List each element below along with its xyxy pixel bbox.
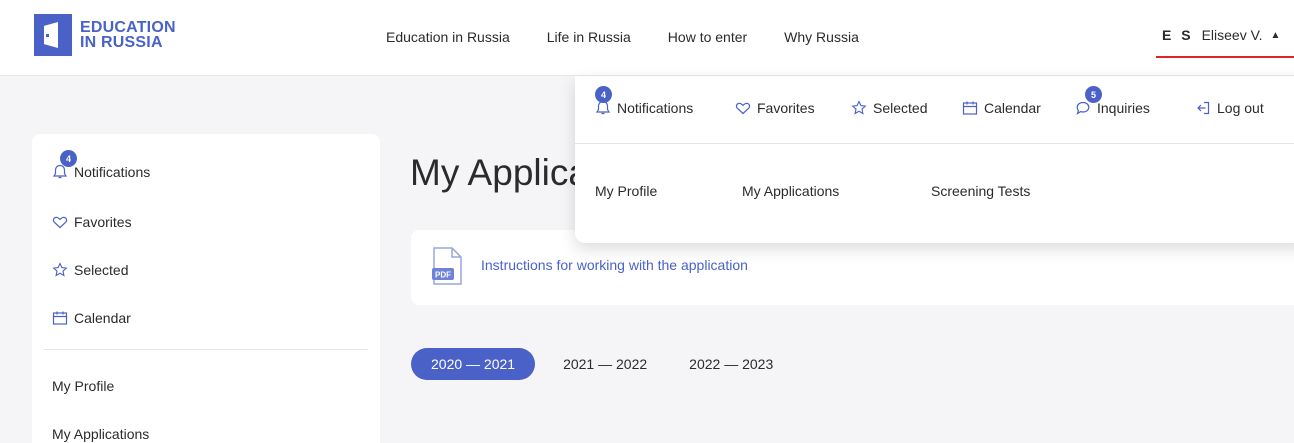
user-initials: E S: [1162, 27, 1194, 43]
sidebar-item-notifications[interactable]: 4 Notifications: [52, 150, 151, 180]
notification-count-badge: 4: [595, 86, 612, 103]
dropdown-item-label: Calendar: [984, 100, 1041, 116]
sidebar-item-calendar[interactable]: Calendar: [52, 310, 131, 326]
year-tabs: 2020 — 2021 2021 — 2022 2022 — 2023: [411, 348, 815, 380]
logo-line-2: IN RUSSIA: [80, 34, 163, 51]
star-icon: [851, 100, 867, 116]
sidebar-item-label: Notifications: [74, 164, 151, 180]
profile-sidebar: 4 Notifications Favorites Selected Calen…: [32, 134, 380, 443]
user-menu-active-underline: [1156, 56, 1294, 58]
dropdown-item-selected[interactable]: Selected: [851, 100, 927, 116]
nav-how-to-enter[interactable]: How to enter: [668, 29, 747, 45]
calendar-icon: [962, 100, 978, 116]
caret-up-icon: ▲: [1270, 29, 1281, 41]
inquiries-count-badge: 5: [1085, 86, 1102, 103]
dropdown-item-notifications[interactable]: 4 Notifications: [595, 86, 694, 116]
dropdown-item-label: Favorites: [757, 100, 815, 116]
instructions-link[interactable]: Instructions for working with the applic…: [481, 257, 748, 273]
heart-icon: [52, 214, 68, 230]
dropdown-item-favorites[interactable]: Favorites: [735, 100, 815, 116]
pdf-file-icon: PDF: [431, 246, 464, 286]
tab-year-2022-2023[interactable]: 2022 — 2023: [689, 356, 773, 372]
sidebar-item-selected[interactable]: Selected: [52, 262, 128, 278]
calendar-icon: [52, 310, 68, 326]
dropdown-item-label: Selected: [873, 100, 928, 116]
sidebar-item-favorites[interactable]: Favorites: [52, 214, 132, 230]
sidebar-divider: [44, 349, 368, 350]
dropdown-item-label: Notifications: [617, 100, 694, 116]
dropdown-divider: [575, 143, 1294, 144]
tab-year-2021-2022[interactable]: 2021 — 2022: [563, 356, 647, 372]
dropdown-link-my-profile[interactable]: My Profile: [595, 183, 657, 199]
tab-year-2020-2021[interactable]: 2020 — 2021: [411, 348, 536, 380]
nav-why-russia[interactable]: Why Russia: [784, 29, 859, 45]
sidebar-item-label: Calendar: [74, 310, 131, 326]
sidebar-item-label: Selected: [74, 262, 129, 278]
logo-line-1: EDUCATION: [80, 19, 176, 36]
heart-icon: [735, 100, 751, 116]
user-name: Eliseev V.: [1201, 27, 1263, 43]
sidebar-link-my-profile[interactable]: My Profile: [52, 378, 114, 394]
user-dropdown-menu: 4 Notifications Favorites Selected Calen…: [575, 76, 1294, 243]
sidebar-item-label: Favorites: [74, 214, 132, 230]
dropdown-item-label: Inquiries: [1097, 100, 1150, 116]
door-logo-icon: [34, 14, 72, 56]
dropdown-item-inquiries[interactable]: 5 Inquiries: [1075, 86, 1150, 116]
sidebar-link-my-applications[interactable]: My Applications: [52, 426, 149, 442]
site-header: EDUCATION IN RUSSIA Education in Russia …: [0, 0, 1294, 76]
nav-education-in-russia[interactable]: Education in Russia: [386, 29, 510, 45]
dropdown-item-calendar[interactable]: Calendar: [962, 100, 1041, 116]
chat-icon: [1075, 100, 1091, 116]
notification-count-badge: 4: [60, 150, 77, 167]
nav-life-in-russia[interactable]: Life in Russia: [547, 29, 631, 45]
dropdown-link-screening-tests[interactable]: Screening Tests: [931, 183, 1030, 199]
user-menu-toggle[interactable]: E S Eliseev V. ▲: [1162, 27, 1280, 43]
dropdown-link-my-applications[interactable]: My Applications: [742, 183, 839, 199]
pdf-label: PDF: [435, 271, 451, 280]
top-navigation: Education in Russia Life in Russia How t…: [386, 29, 896, 45]
logout-icon: [1195, 100, 1211, 116]
star-icon: [52, 262, 68, 278]
site-logo[interactable]: EDUCATION IN RUSSIA: [34, 14, 176, 56]
logo-text: EDUCATION IN RUSSIA: [80, 19, 176, 51]
dropdown-item-label: Log out: [1217, 100, 1264, 116]
dropdown-item-logout[interactable]: Log out: [1195, 100, 1264, 116]
